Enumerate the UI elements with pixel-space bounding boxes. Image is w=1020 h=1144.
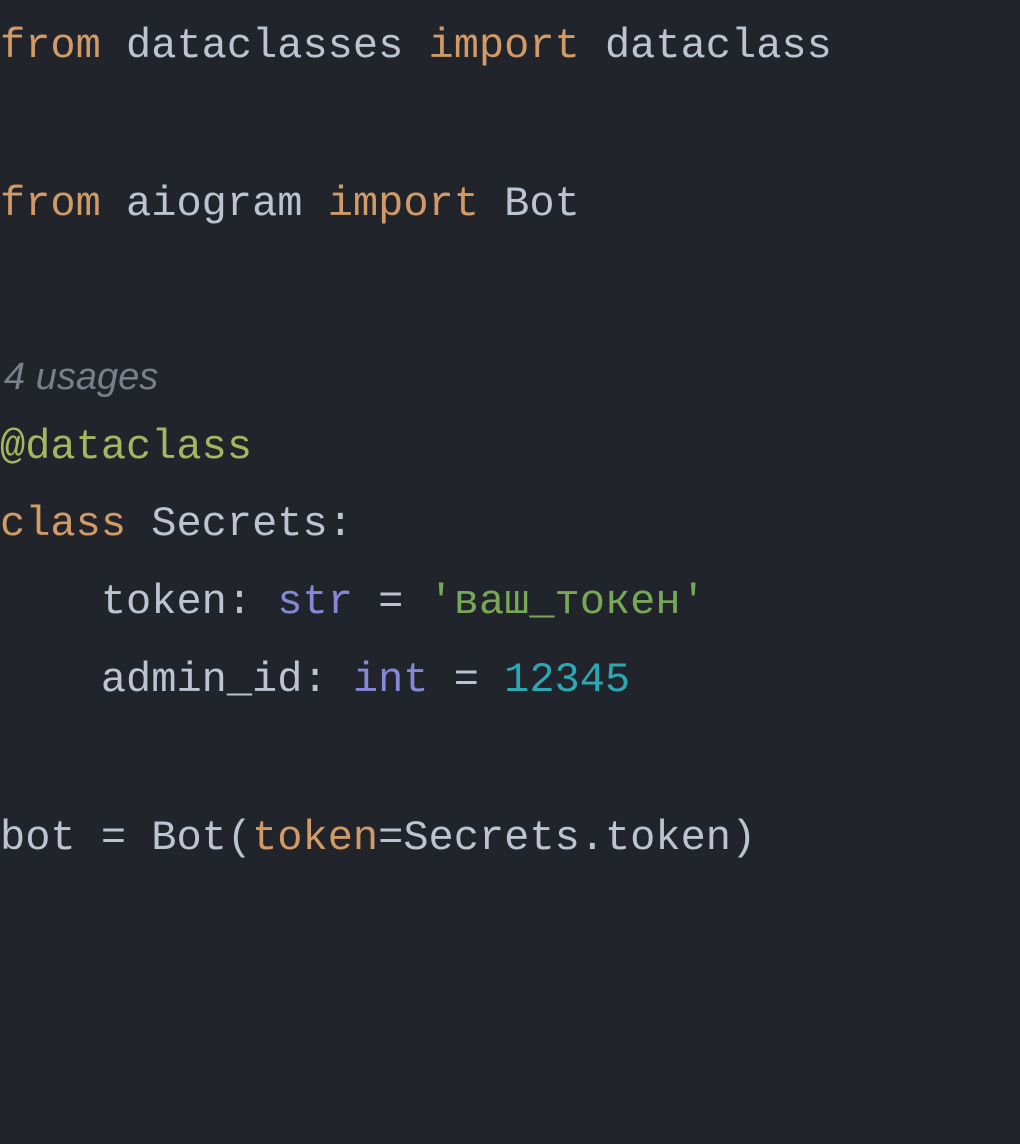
paren-open: ( — [227, 814, 252, 862]
colon: : — [302, 656, 352, 704]
code-line-field-token: token: str = 'ваш_токен' — [0, 564, 1020, 642]
string-literal: 'ваш_токен' — [429, 578, 706, 626]
code-line-class-def: class Secrets: — [0, 486, 1020, 564]
keyword-from: from — [0, 22, 101, 70]
code-line-field-admin: admin_id: int = 12345 — [0, 642, 1020, 720]
field-name: token — [101, 578, 227, 626]
blank-line — [0, 720, 1020, 800]
callable: Bot — [151, 814, 227, 862]
keyword-from: from — [0, 180, 101, 228]
type-annotation: str — [277, 578, 353, 626]
import-name: Bot — [504, 180, 580, 228]
equals: = — [76, 814, 152, 862]
kwarg-name: token — [252, 814, 378, 862]
keyword-import: import — [328, 180, 479, 228]
blank-line — [0, 243, 1020, 323]
class-name: Secrets — [151, 500, 327, 548]
colon: : — [227, 578, 277, 626]
equals: = — [378, 814, 403, 862]
module-name: dataclasses — [126, 22, 403, 70]
keyword-class: class — [0, 500, 126, 548]
type-annotation: int — [353, 656, 429, 704]
blank-line — [0, 86, 1020, 166]
import-name: dataclass — [605, 22, 832, 70]
equals: = — [353, 578, 429, 626]
int-literal: 12345 — [504, 656, 630, 704]
code-line-bot-assign: bot = Bot(token=Secrets.token) — [0, 800, 1020, 878]
code-line-decorator: @dataclass — [0, 409, 1020, 487]
field-name: admin_id — [101, 656, 303, 704]
code-line-import-2: from aiogram import Bot — [0, 166, 1020, 244]
decorator: @dataclass — [0, 423, 252, 471]
indent — [0, 656, 101, 704]
colon: : — [328, 500, 353, 548]
keyword-import: import — [429, 22, 580, 70]
variable-name: bot — [0, 814, 76, 862]
usages-hint[interactable]: 4 usages — [0, 323, 1020, 408]
code-line-import-1: from dataclasses import dataclass — [0, 8, 1020, 86]
indent — [0, 578, 101, 626]
expression: Secrets.token — [403, 814, 731, 862]
module-name: aiogram — [126, 180, 302, 228]
equals: = — [429, 656, 505, 704]
paren-close: ) — [731, 814, 756, 862]
